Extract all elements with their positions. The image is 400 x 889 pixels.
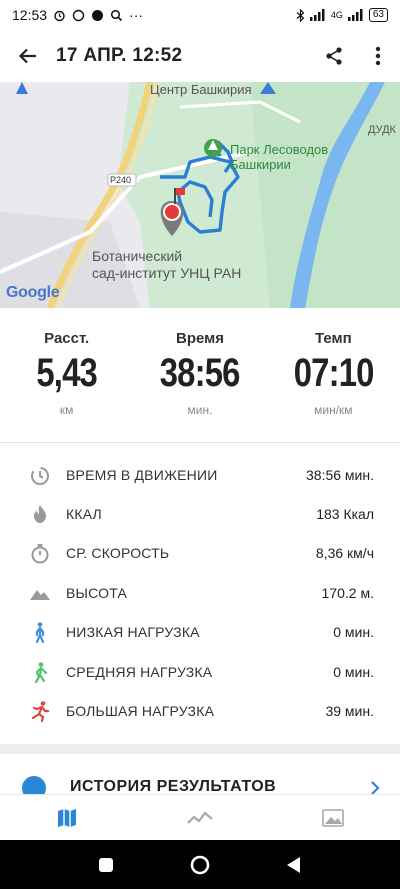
details-list: ВРЕМЯ В ДВИЖЕНИИ 38:56 мин. ККАЛ 183 Кка… — [0, 455, 400, 731]
results-history[interactable]: ИСТОРИЯ РЕЗУЛЬТАТОВ — [0, 754, 400, 794]
page-title: 17 АПР. 12:52 — [56, 45, 183, 66]
history-title: ИСТОРИЯ РЕЗУЛЬТАТОВ — [70, 778, 277, 794]
detail-value: 170.2 м. — [321, 584, 374, 601]
summary-stats: Расст. 5,43 км Время 38:56 мин. Темп 07:… — [0, 318, 400, 430]
stat-time: Время 38:56 мин. — [133, 318, 266, 430]
detail-value: 0 мин. — [333, 624, 374, 641]
stat-pace-unit: мин/км — [314, 403, 353, 417]
map-label-garden-line2: сад-институт УНЦ РАН — [92, 265, 242, 281]
detail-label: БОЛЬШАЯ НАГРУЗКА — [66, 703, 215, 720]
share-button[interactable] — [312, 30, 356, 82]
stat-distance-value: 5,43 — [36, 351, 97, 395]
battery-icon: 63 — [368, 8, 388, 22]
signal-icon-2 — [347, 9, 363, 21]
detail-label: СР. СКОРОСТЬ — [66, 545, 170, 562]
route-map[interactable]: Центр Башкирия Парк Лесоводов Башкирии Р… — [0, 82, 400, 308]
stat-time-label: Время — [175, 330, 224, 347]
detail-label: ККАЛ — [66, 506, 102, 523]
detail-label: ВРЕМЯ В ДВИЖЕНИИ — [66, 466, 218, 483]
battery-level: 63 — [372, 9, 384, 20]
map-label-garden-line1: Ботанический — [92, 248, 183, 264]
detail-row-high-load: БОЛЬШАЯ НАГРУЗКА 39 мин. — [0, 691, 400, 730]
google-logo: Google — [6, 284, 60, 302]
tab-photos[interactable] — [267, 795, 400, 840]
detail-value: 39 мин. — [325, 703, 374, 720]
map-label-park-line1: Парк Лесоводов — [230, 142, 329, 157]
stat-pace-value: 07:10 — [293, 351, 374, 395]
alarm-icon — [54, 10, 65, 21]
signal-icon — [309, 9, 325, 21]
map-label-center: Центр Башкирия — [150, 82, 252, 97]
detail-row-kcal: ККАЛ 183 Ккал — [0, 494, 400, 533]
share-icon — [326, 47, 342, 65]
tab-chart[interactable] — [133, 795, 266, 840]
map-icon — [57, 808, 76, 827]
more-notifications-icon: ··· — [129, 7, 144, 23]
detail-row-moving-time: ВРЕМЯ В ДВИЖЕНИИ 38:56 мин. — [0, 455, 400, 494]
google-attribution: Google — [6, 284, 60, 301]
detail-row-low-load: НИЗКАЯ НАГРУЗКА 0 мин. — [0, 613, 400, 652]
stat-time-unit: мин. — [187, 403, 213, 417]
app-bar: 17 АПР. 12:52 — [0, 30, 400, 82]
map-label-park-line2: Башкирии — [230, 157, 291, 172]
detail-label: НИЗКАЯ НАГРУЗКА — [66, 624, 200, 641]
detail-value: 8,36 км/ч — [315, 545, 374, 562]
message-icon — [72, 9, 85, 21]
back-nav-button[interactable] — [286, 856, 302, 874]
map-label-road: Р240 — [110, 175, 132, 185]
flame-icon — [28, 502, 52, 526]
stat-pace-label: Темп — [314, 330, 352, 347]
search-icon — [110, 9, 123, 21]
mountain-icon — [28, 581, 52, 605]
divider — [0, 442, 400, 443]
stat-distance-unit: км — [59, 403, 74, 417]
history-icon — [22, 776, 46, 794]
detail-label: СРЕДНЯЯ НАГРУЗКА — [66, 663, 213, 680]
app-icon — [92, 9, 104, 21]
network-type: 4G — [330, 10, 343, 20]
stopwatch-icon — [28, 541, 52, 565]
recents-button[interactable] — [98, 857, 114, 873]
status-time: 12:53 — [12, 7, 48, 23]
runner-icon — [28, 699, 52, 723]
bottom-tabs — [0, 794, 400, 840]
chart-line-icon — [187, 811, 213, 824]
map-label-dudk: ДУДК — [368, 124, 396, 136]
detail-row-medium-load: СРЕДНЯЯ НАГРУЗКА 0 мин. — [0, 652, 400, 691]
stat-pace: Темп 07:10 мин/км — [267, 318, 400, 430]
status-bar: 12:53 ··· 4G 63 — [0, 0, 400, 30]
more-vert-icon — [375, 46, 381, 66]
detail-row-altitude: ВЫСОТА 170.2 м. — [0, 573, 400, 612]
stat-time-value: 38:56 — [160, 351, 241, 395]
detail-value: 38:56 мин. — [306, 466, 374, 483]
map-label-park: Парк Лесоводов Башкирии — [230, 142, 328, 172]
back-button[interactable] — [0, 30, 56, 82]
walker-green-icon — [28, 660, 52, 684]
detail-value: 183 Ккал — [316, 506, 374, 523]
detail-value: 0 мин. — [333, 663, 374, 680]
chevron-right-icon — [371, 781, 380, 794]
system-nav-bar — [0, 840, 400, 889]
tab-map[interactable] — [0, 795, 133, 840]
walker-icon — [28, 620, 52, 644]
bluetooth-icon — [296, 8, 305, 22]
moving-time-icon — [28, 463, 52, 487]
section-separator — [0, 744, 400, 754]
arrow-left-icon — [18, 48, 36, 64]
home-button[interactable] — [190, 855, 210, 875]
stat-distance-label: Расст. — [44, 330, 90, 347]
more-options-button[interactable] — [356, 30, 400, 82]
image-icon — [322, 808, 345, 827]
detail-label: ВЫСОТА — [66, 584, 128, 601]
map-label-garden: Ботанический сад-институт УНЦ РАН — [92, 248, 241, 282]
stat-distance: Расст. 5,43 км — [0, 318, 133, 430]
detail-row-avg-speed: СР. СКОРОСТЬ 8,36 км/ч — [0, 534, 400, 573]
